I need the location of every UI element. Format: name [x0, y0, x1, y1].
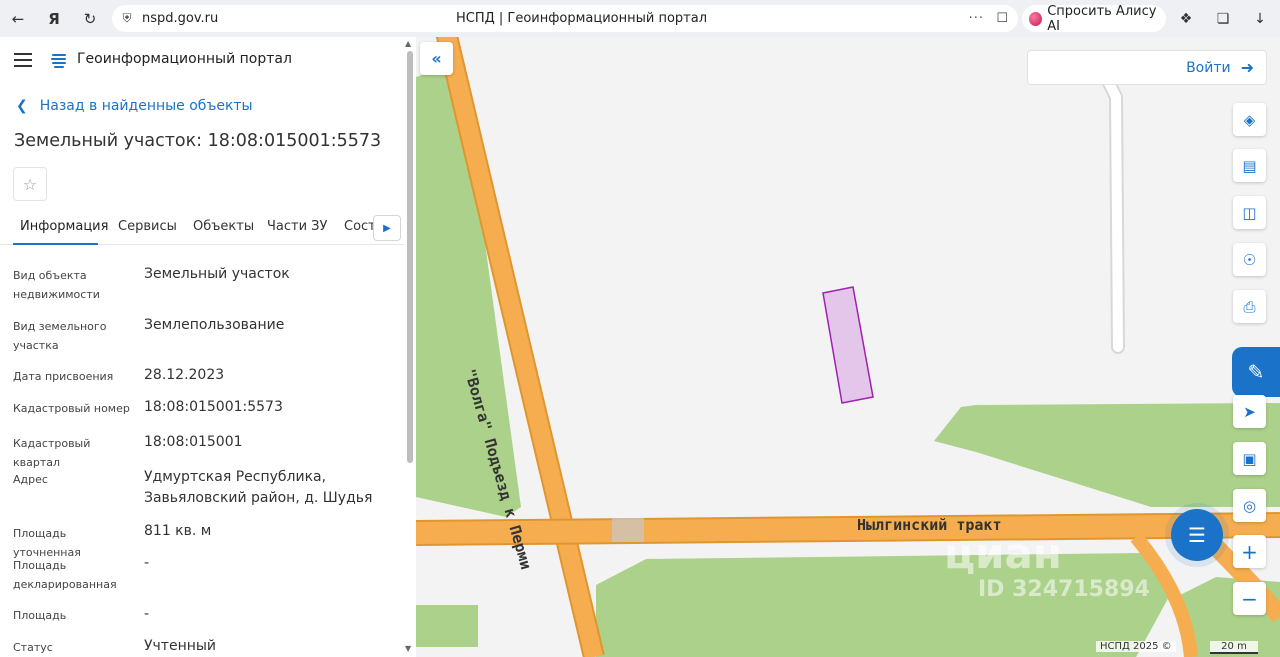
alice-icon	[1029, 11, 1043, 26]
back-label: Назад в найденные объекты	[39, 98, 253, 114]
area-search-icon[interactable]: ◫	[1233, 196, 1266, 229]
nylga-road	[416, 514, 1280, 544]
chat-icon[interactable]: ☰	[1171, 509, 1223, 561]
scrollbar-thumb[interactable]	[407, 51, 413, 463]
yandex-icon[interactable]: Я	[36, 0, 72, 37]
tab-information[interactable]: Информация	[20, 219, 108, 234]
map-attribution: НСПД 2025 ©	[1096, 641, 1176, 652]
locate-point-icon[interactable]: ◎	[1233, 489, 1266, 522]
info-panel: Геоинформационный портал ❮ Назад в найде…	[0, 37, 416, 657]
row-value: Учтенный	[144, 638, 217, 654]
download-icon[interactable]: ↓	[1242, 0, 1278, 37]
login-label: Войти	[1186, 59, 1231, 76]
row-label: Адрес	[13, 473, 48, 486]
address-bar[interactable]: ⛨ nspd.gov.ru НСПД | Геоинформационный п…	[112, 5, 1018, 32]
geolocation-icon[interactable]: ➤	[1233, 395, 1266, 428]
row-label: Вид земельного участка	[13, 320, 107, 352]
row-value: 28.12.2023	[144, 367, 225, 383]
favorite-star-icon[interactable]: ☆	[13, 167, 47, 201]
row-value: 18:08:015001	[144, 434, 243, 450]
row-value: 18:08:015001:5573	[144, 399, 283, 415]
collapse-panel-button[interactable]: «	[420, 42, 453, 75]
extensions-icon[interactable]: ❖	[1168, 0, 1204, 37]
layers-icon[interactable]: ◈	[1233, 103, 1266, 136]
row-label: Статус	[13, 641, 53, 654]
tab-parts[interactable]: Части ЗУ	[267, 219, 327, 234]
row-value: -	[144, 555, 150, 571]
feedback-icon[interactable]: ✎	[1232, 347, 1280, 397]
reload-icon[interactable]: ↻	[72, 0, 108, 37]
back-to-results-link[interactable]: ❮ Назад в найденные объекты	[16, 98, 253, 114]
row-value: 811 кв. м	[144, 523, 212, 539]
green-area	[596, 553, 1171, 657]
row-value: -	[144, 606, 150, 622]
scroll-up-icon[interactable]: ▲	[405, 39, 411, 48]
tab-services[interactable]: Сервисы	[118, 219, 177, 234]
map-view[interactable]: "Волга" Подъезд к Перми Нылгинский тракт…	[416, 37, 1280, 657]
minimap-icon[interactable]: ▣	[1233, 442, 1266, 475]
watermark: циан	[944, 529, 1062, 578]
back-arrow-icon[interactable]: ←	[0, 0, 36, 37]
login-button[interactable]: Войти ➜	[1027, 50, 1267, 85]
object-title: Земельный участок: 18:08:015001:5573	[14, 131, 382, 151]
menu-icon[interactable]	[14, 53, 32, 71]
zoom-in-button[interactable]: +	[1233, 535, 1266, 568]
alice-label: Спросить Алису AI	[1047, 3, 1157, 34]
url-text[interactable]: nspd.gov.ru	[142, 11, 218, 26]
row-label: Кадастровый квартал	[13, 437, 91, 469]
row-label: Площадь	[13, 609, 67, 622]
shield-icon: ⛨	[122, 11, 132, 25]
tabs-next-arrow-icon[interactable]: ▶	[373, 215, 401, 241]
road-crossing	[612, 518, 644, 542]
address-value: Удмуртская Республика, Завьяловский райо…	[144, 469, 373, 506]
scroll-down-icon[interactable]: ▼	[405, 644, 411, 653]
active-tab-indicator	[13, 243, 98, 245]
ruler-icon[interactable]: ▤	[1233, 149, 1266, 182]
row-label: Вид объекта недвижимости	[13, 269, 100, 301]
page-title: НСПД | Геоинформационный портал	[456, 11, 707, 26]
tab-bar: Информация Сервисы Объекты Части ЗУ Сост…	[0, 213, 404, 245]
print-icon[interactable]: ⎙	[1233, 290, 1266, 323]
row-value: Землепользование	[144, 317, 285, 333]
row-label: Кадастровый номер	[13, 402, 130, 415]
green-area	[934, 403, 1280, 507]
share-icon[interactable]: ☉	[1233, 243, 1266, 276]
bookmark-icon[interactable]: ☐	[996, 11, 1008, 26]
chevron-left-icon: ❮	[16, 98, 28, 114]
collections-icon[interactable]: ❏	[1205, 0, 1241, 37]
map-scale: 20 m	[1210, 641, 1258, 654]
more-icon[interactable]: ···	[969, 11, 984, 26]
browser-toolbar: ← Я ↻ ⛨ nspd.gov.ru НСПД | Геоинформацио…	[0, 0, 1280, 37]
tab-objects[interactable]: Объекты	[193, 219, 254, 234]
watermark-id: ID 324715894	[978, 577, 1150, 602]
zoom-out-button[interactable]: −	[1233, 582, 1266, 615]
map-canvas[interactable]	[416, 37, 1280, 657]
portal-logo-icon	[51, 54, 66, 68]
green-area	[416, 605, 478, 647]
login-arrow-icon: ➜	[1240, 58, 1254, 77]
row-label: Площадь декларированная	[13, 559, 117, 591]
land-parcel[interactable]	[822, 286, 874, 404]
row-value: Земельный участок	[144, 266, 290, 282]
row-label: Дата присвоения	[13, 370, 114, 383]
alice-button[interactable]: Спросить Алису AI	[1022, 3, 1166, 34]
app-title: Геоинформационный портал	[77, 51, 292, 67]
